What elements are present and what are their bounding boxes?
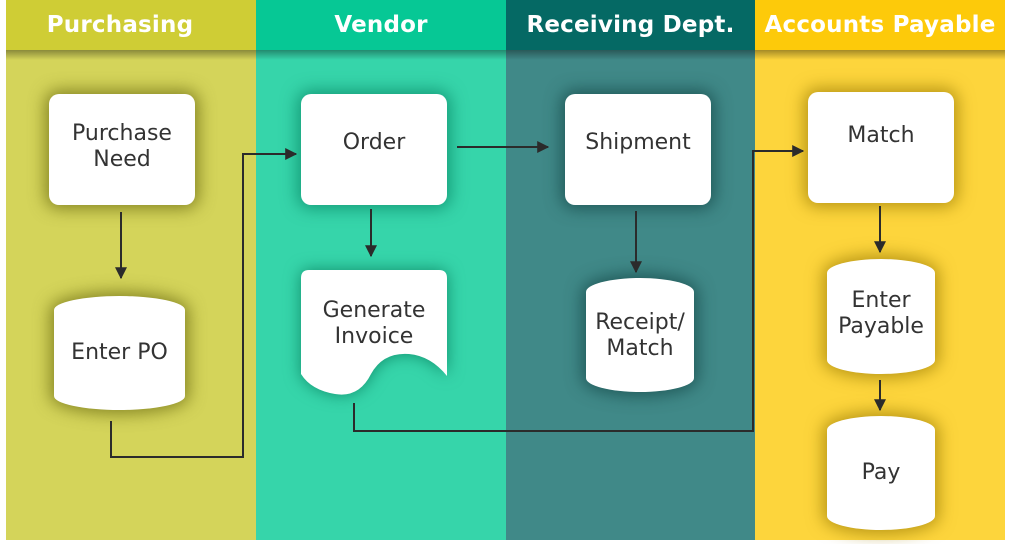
lane-header-vendor: Vendor (256, 0, 506, 50)
node-label-line1: Generate (322, 298, 426, 323)
node-enter-po[interactable]: Enter PO (54, 296, 185, 410)
header-shadow (6, 50, 1005, 60)
node-pay[interactable]: Pay (827, 416, 935, 530)
node-label-line1: Purchase (72, 120, 172, 146)
node-enter-payable[interactable]: Enter Payable (827, 259, 935, 374)
lane-title: Purchasing (46, 12, 194, 38)
node-label: Enter PO (71, 340, 168, 365)
node-label-line1: Receipt/ (595, 310, 685, 335)
node-order[interactable]: Order (301, 94, 447, 205)
node-shipment[interactable]: Shipment (565, 94, 711, 205)
lane-header-receiving: Receiving Dept. (506, 0, 755, 50)
node-label-line2: Match (606, 336, 674, 361)
lane-header-accounts-payable: Accounts Payable (755, 0, 1005, 50)
node-match[interactable]: Match (808, 92, 954, 203)
node-label: Order (342, 129, 406, 155)
node-label-line2: Payable (838, 313, 924, 339)
node-label: Shipment (585, 129, 691, 155)
node-label: Match (847, 122, 915, 148)
lane-header-purchasing: Purchasing (6, 0, 256, 50)
node-label: Pay (861, 460, 901, 485)
node-label-line1: Enter (851, 287, 911, 313)
node-label-line2: Invoice (334, 324, 414, 349)
node-purchase-need[interactable]: Purchase Need (49, 94, 195, 205)
lane-title: Vendor (334, 12, 428, 38)
lane-title: Receiving Dept. (526, 12, 735, 38)
node-generate-invoice[interactable]: Generate Invoice (301, 292, 447, 356)
node-label-line2: Need (93, 146, 151, 172)
node-receipt-match[interactable]: Receipt/ Match (586, 278, 694, 392)
lane-title: Accounts Payable (764, 12, 996, 38)
